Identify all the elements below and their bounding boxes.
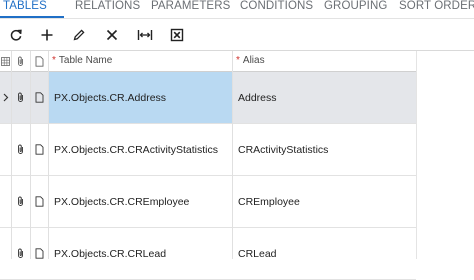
excel-icon (170, 28, 184, 42)
attachment-icon[interactable] (11, 176, 30, 227)
column-header-table-name[interactable]: * Table Name (52, 51, 112, 71)
table-name-cell[interactable]: PX.Objects.CR.CRActivityStatistics (54, 124, 218, 175)
fit-to-screen-button[interactable] (130, 19, 160, 50)
attachment-icon[interactable] (11, 72, 30, 123)
required-marker: * (52, 55, 56, 66)
tab-grouping[interactable]: GROUPING (324, 0, 387, 16)
plus-icon (40, 28, 54, 42)
grid-empty-area (416, 51, 474, 259)
row-indicator-chevron-icon (0, 72, 11, 123)
column-divider (48, 51, 49, 259)
alias-cell[interactable]: CREmployee (238, 176, 300, 227)
note-icon[interactable] (30, 176, 48, 227)
export-excel-button[interactable] (162, 19, 192, 50)
note-icon[interactable] (30, 72, 48, 123)
tables-grid: * Table Name * Alias PX.Objects.CR.Address… (0, 51, 474, 280)
note-column-icon (30, 51, 48, 71)
column-divider (11, 51, 12, 259)
note-icon[interactable] (30, 228, 48, 279)
table-name-cell[interactable]: PX.Objects.CR.CREmployee (54, 176, 189, 227)
fit-width-icon (137, 28, 153, 42)
attachment-icon[interactable] (11, 124, 30, 175)
tab-parameters[interactable]: PARAMETERS (151, 0, 230, 16)
alias-cell[interactable]: CRLead (238, 228, 277, 279)
grid-header: * Table Name * Alias (0, 51, 416, 72)
table-row[interactable]: PX.Objects.CR.CRActivityStatistics CRAct… (0, 124, 416, 176)
pencil-icon (72, 28, 86, 42)
tab-sort-order[interactable]: SORT ORDER (399, 0, 474, 16)
table-row[interactable]: PX.Objects.CR.CREmployee CREmployee (0, 176, 416, 228)
alias-cell[interactable]: Address (238, 72, 277, 123)
close-icon (105, 28, 119, 42)
column-label: Alias (242, 55, 265, 66)
column-divider (30, 51, 31, 259)
column-label: Table Name (58, 55, 113, 66)
add-row-button[interactable] (32, 19, 62, 50)
column-header-alias[interactable]: * Alias (236, 51, 265, 71)
table-name-cell[interactable]: PX.Objects.CR.CRLead (54, 228, 166, 279)
edit-row-button[interactable] (64, 19, 94, 50)
tab-tables[interactable]: TABLES (3, 0, 47, 16)
grid-toolbar (0, 19, 474, 51)
alias-cell[interactable]: CRActivityStatistics (238, 124, 328, 175)
tab-bar: TABLES RELATIONS PARAMETERS CONDITIONS G… (0, 0, 474, 18)
table-row[interactable]: PX.Objects.CR.Address Address (0, 72, 416, 124)
note-icon[interactable] (30, 124, 48, 175)
attachment-icon[interactable] (11, 228, 30, 279)
table-name-cell[interactable]: PX.Objects.CR.Address (48, 72, 232, 123)
tab-conditions[interactable]: CONDITIONS (240, 0, 313, 16)
tab-relations[interactable]: RELATIONS (75, 0, 140, 16)
column-divider (232, 51, 233, 259)
table-row[interactable]: PX.Objects.CR.CRLead CRLead (0, 228, 416, 280)
required-marker: * (236, 55, 240, 66)
attachment-column-icon (11, 51, 30, 71)
delete-row-button[interactable] (97, 19, 127, 50)
refresh-icon (9, 28, 23, 42)
column-settings-icon[interactable] (0, 51, 11, 71)
refresh-button[interactable] (1, 19, 31, 50)
